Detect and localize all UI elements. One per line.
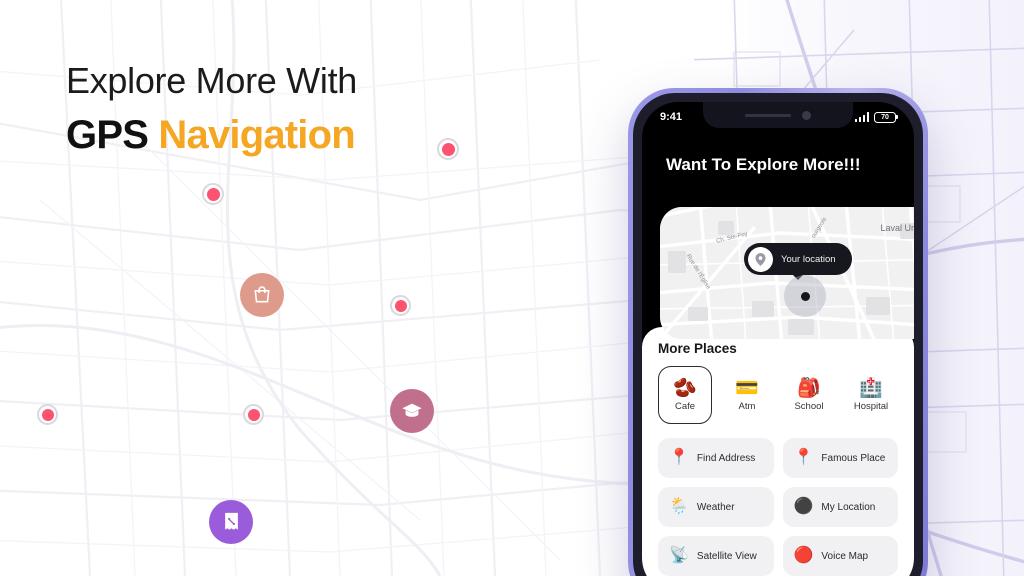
poster-canvas: Explore More With GPS Navigation 9:41 70…	[0, 0, 1024, 576]
quick-action-grid: 📍 Find Address 📍 Famous Place 🌦️ Weather ⚫ My L…	[658, 438, 898, 576]
status-indicators: 70	[854, 111, 898, 123]
category-chip-label: Cafe	[674, 400, 696, 412]
phone-notch	[703, 102, 853, 128]
earpiece-speaker-icon	[745, 113, 791, 117]
famous-place-pin-icon: 📍	[793, 449, 814, 466]
graduation-cap-marker	[390, 389, 434, 433]
location-dot-icon	[800, 291, 810, 301]
cellular-signal-icon	[854, 112, 869, 122]
map-dot-marker-3	[390, 295, 411, 316]
category-chip-cafe[interactable]: 🫘 Cafe	[658, 366, 712, 424]
phone-bezel: 9:41 70 Want To Explore More!!! Laval Un…	[633, 93, 923, 576]
hero-line-2: GPS Navigation	[66, 111, 586, 159]
category-chip-label: Hospital	[853, 400, 889, 412]
quick-action-find-address[interactable]: 📍 Find Address	[658, 438, 774, 478]
my-location-dot-icon: ⚫	[793, 498, 814, 515]
battery-icon: 70	[874, 111, 898, 123]
shopping-bag-icon	[252, 285, 272, 305]
map-preview-card[interactable]: Laval University Ch. Ste-FoyRue de l'Égl…	[660, 207, 914, 339]
quick-action-label: Voice Map	[821, 550, 869, 562]
marker-dot	[441, 142, 455, 156]
coffee-bean-icon: 🫘	[673, 377, 697, 399]
map-dot-marker-1	[437, 138, 459, 160]
category-chip-school[interactable]: 🎒 School	[782, 366, 836, 424]
map-dot-marker-2	[202, 183, 224, 205]
school-bag-icon: 🎒	[797, 377, 821, 399]
quick-action-my-location[interactable]: ⚫ My Location	[782, 487, 898, 527]
current-location-blip	[784, 275, 826, 317]
quick-action-label: Famous Place	[821, 452, 886, 464]
more-places-sheet: More Places 🫘 Cafe 💳 Atm 🎒 School 🏥 Hospital 📍 F…	[642, 327, 914, 576]
status-time: 9:41	[660, 111, 683, 123]
graduation-cap-icon	[401, 400, 423, 422]
quick-action-satellite-view[interactable]: 📡 Satellite View	[658, 536, 774, 576]
map-pin-icon	[748, 246, 773, 272]
phone-mockup: 9:41 70 Want To Explore More!!! Laval Un…	[628, 88, 928, 576]
quick-action-label: My Location	[821, 501, 876, 513]
discount-receipt-icon	[223, 512, 240, 532]
quick-action-voice-map[interactable]: 🔴 Voice Map	[782, 536, 898, 576]
section-title: More Places	[658, 341, 737, 356]
quick-action-label: Satellite View	[696, 550, 757, 562]
category-chip-row: 🫘 Cafe 💳 Atm 🎒 School 🏥 Hospital	[658, 366, 898, 424]
hospital-icon: 🏥	[859, 377, 883, 399]
hero-highlight: Navigation	[158, 113, 355, 157]
shopping-bag-marker	[240, 273, 284, 317]
hero-brand: GPS	[66, 113, 149, 157]
voice-map-icon: 🔴	[793, 547, 814, 564]
map-dot-marker-4	[37, 404, 58, 425]
front-camera-icon	[802, 110, 811, 120]
app-headline: Want To Explore More!!!	[666, 155, 861, 174]
discount-receipt-marker	[209, 500, 253, 544]
phone-frame: 9:41 70 Want To Explore More!!! Laval Un…	[628, 88, 928, 576]
category-chip-label: School	[794, 400, 824, 412]
marker-dot	[247, 408, 260, 421]
satellite-icon: 📡	[669, 547, 689, 564]
quick-action-label: Weather	[696, 501, 735, 513]
your-location-tooltip[interactable]: Your location	[744, 243, 852, 275]
map-area-label: Laval University	[880, 223, 914, 233]
category-chip-hospital[interactable]: 🏥 Hospital	[844, 366, 898, 424]
marker-dot	[41, 408, 54, 421]
hero-headline: Explore More With GPS Navigation	[66, 58, 586, 159]
hero-line-1: Explore More With	[66, 60, 357, 101]
quick-action-famous-place[interactable]: 📍 Famous Place	[782, 438, 898, 478]
weather-sun-rain-icon: 🌦️	[669, 498, 689, 515]
battery-level-label: 70	[881, 113, 889, 121]
marker-dot	[206, 187, 220, 201]
marker-dot	[394, 299, 407, 312]
category-chip-label: Atm	[738, 400, 756, 412]
tooltip-label: Your location	[781, 253, 836, 265]
atm-card-icon: 💳	[735, 377, 759, 399]
quick-action-weather[interactable]: 🌦️ Weather	[658, 487, 774, 527]
location-pin-icon: 📍	[669, 449, 689, 466]
map-dot-marker-5	[243, 404, 264, 425]
phone-screen: 9:41 70 Want To Explore More!!! Laval Un…	[642, 102, 914, 576]
category-chip-atm[interactable]: 💳 Atm	[720, 366, 774, 424]
quick-action-label: Find Address	[696, 452, 756, 464]
